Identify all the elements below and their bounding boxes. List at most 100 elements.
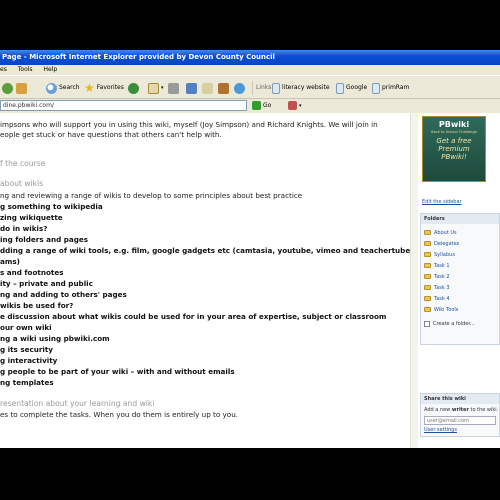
window-title-bar[interactable]: Page - Microsoft Internet Explorer provi… xyxy=(0,50,500,65)
folder-icon xyxy=(424,230,431,235)
go-button[interactable]: Go xyxy=(252,100,271,111)
folder-icon xyxy=(424,252,431,257)
invite-email-input[interactable] xyxy=(424,416,496,425)
messenger-icon xyxy=(234,82,245,94)
wiki-sidebar: PBwiki Back to School Challenge Get a fr… xyxy=(418,113,500,448)
list-item: g its security xyxy=(0,345,53,354)
link-primram-label: primRam xyxy=(382,84,410,91)
list-item: g interactivity xyxy=(0,356,58,365)
promo-line-2: Get a free xyxy=(436,137,472,145)
link-google[interactable]: Google xyxy=(336,81,367,95)
home-button[interactable] xyxy=(16,81,27,95)
discuss-icon xyxy=(202,82,213,94)
folder-item-syllabus[interactable]: Syllabus xyxy=(421,249,499,260)
research-button[interactable] xyxy=(218,81,229,95)
promo-brand: PBwiki xyxy=(438,120,470,129)
refresh-button[interactable] xyxy=(2,81,13,95)
list-item: ng and reviewing a range of wikis to dev… xyxy=(0,191,303,200)
list-item: ng a wiki using pbwiki.com xyxy=(0,334,110,343)
folder-icon xyxy=(424,307,431,312)
list-item: do in wikis? xyxy=(0,224,48,233)
list-item: ng and adding to others' pages xyxy=(0,290,127,299)
list-item: e discussion about what wikis could be u… xyxy=(0,312,387,321)
list-item: s and footnotes xyxy=(0,268,64,277)
page-icon xyxy=(272,82,280,94)
folder-item-task-4[interactable]: Task 4 xyxy=(421,293,499,304)
print-icon xyxy=(168,82,179,94)
page-icon xyxy=(336,82,344,94)
toolbar-icon xyxy=(288,101,297,110)
menu-bar: es Tools Help xyxy=(0,65,500,75)
folder-item-task-1[interactable]: Task 1 xyxy=(421,260,499,271)
link-literacy[interactable]: literacy website xyxy=(272,81,330,95)
create-folder-icon xyxy=(424,320,430,327)
messenger-button[interactable] xyxy=(234,81,245,95)
list-item: g people to be part of your wiki – with … xyxy=(0,367,235,376)
screen: Page - Microsoft Internet Explorer provi… xyxy=(0,0,500,500)
search-button[interactable]: Search xyxy=(46,81,80,95)
discuss-button[interactable] xyxy=(202,81,213,95)
search-icon xyxy=(46,82,57,94)
mail-icon xyxy=(148,82,159,94)
folders-panel: Folders About Us Delegates Syllabus Task… xyxy=(420,213,500,345)
dropdown-arrow-icon: ▾ xyxy=(299,102,302,109)
list-item: ity – private and public xyxy=(0,279,93,288)
share-title: Share this wiki xyxy=(421,394,499,404)
pbwiki-promo-banner[interactable]: PBwiki Back to School Challenge Get a fr… xyxy=(422,116,486,182)
folder-item-task-2[interactable]: Task 2 xyxy=(421,271,499,282)
intro-line-1: impsons who will support you in using th… xyxy=(0,120,378,129)
heading-about-wikis: about wikis xyxy=(0,179,44,188)
history-icon xyxy=(128,82,139,94)
link-literacy-label: literacy website xyxy=(282,84,330,91)
go-arrow-icon xyxy=(252,101,261,110)
address-bar: dine.pbwiki.com/ Go ▾ xyxy=(0,99,500,113)
share-panel: Share this wiki Add a new writer to the … xyxy=(420,393,500,437)
folder-icon xyxy=(424,296,431,301)
folder-icon xyxy=(424,263,431,268)
user-settings-link[interactable]: User settings xyxy=(421,425,499,433)
list-item: ng templates xyxy=(0,378,54,387)
favorites-label: Favorites xyxy=(96,84,124,91)
outro-line: es to complete the tasks. When you do th… xyxy=(0,410,239,419)
promo-line-3: Premium xyxy=(438,145,470,153)
vertical-scrollbar[interactable] xyxy=(410,113,418,448)
page-icon xyxy=(372,82,380,94)
edit-button[interactable] xyxy=(186,81,197,95)
dropdown-arrow-icon: ▾ xyxy=(161,85,164,91)
folder-item-delegates[interactable]: Delegates xyxy=(421,238,499,249)
link-primram[interactable]: primRam xyxy=(372,81,409,95)
mail-button[interactable]: ▾ xyxy=(148,81,164,95)
list-item: dding a range of wiki tools, e.g. film, … xyxy=(0,246,410,255)
page-content: impsons who will support you in using th… xyxy=(0,113,500,448)
window-title: Page - Microsoft Internet Explorer provi… xyxy=(2,53,275,61)
folder-item-about-us[interactable]: About Us xyxy=(421,227,499,238)
wiki-main-content: impsons who will support you in using th… xyxy=(0,113,410,448)
list-item: g something to wikipedia xyxy=(0,202,103,211)
folder-icon xyxy=(424,274,431,279)
promo-line-1: Back to School Challenge xyxy=(431,130,477,134)
menu-item-help[interactable]: Help xyxy=(43,65,57,75)
links-label: Links xyxy=(252,81,271,95)
list-item: our own wiki xyxy=(0,323,52,332)
research-icon xyxy=(218,82,229,94)
folder-item-wiki-tools[interactable]: Wiki Tools xyxy=(421,304,499,315)
letterbox-bottom xyxy=(0,448,500,500)
toolbar: Search ★ Favorites ▾ Links literacy webs… xyxy=(0,75,500,99)
list-item: ing folders and pages xyxy=(0,235,89,244)
address-input[interactable]: dine.pbwiki.com/ xyxy=(0,100,247,111)
heading-course: f the course xyxy=(0,159,46,168)
extra-toolbar-button[interactable]: ▾ xyxy=(288,101,302,110)
list-item: ams) xyxy=(0,257,20,266)
folder-icon xyxy=(424,241,431,246)
folder-item-task-3[interactable]: Task 3 xyxy=(421,282,499,293)
menu-item-view[interactable]: es xyxy=(0,65,7,75)
edit-sidebar-link[interactable]: Edit the sidebar xyxy=(422,199,462,205)
favorites-button[interactable]: ★ Favorites xyxy=(84,81,124,95)
create-folder-link[interactable]: Create a folder... xyxy=(421,318,499,329)
print-button[interactable] xyxy=(168,81,179,95)
browser-window: Page - Microsoft Internet Explorer provi… xyxy=(0,50,500,448)
menu-item-tools[interactable]: Tools xyxy=(18,65,33,75)
history-button[interactable] xyxy=(128,81,139,95)
heading-presentation: resentation about your learning and wiki xyxy=(0,399,155,408)
edit-icon xyxy=(186,82,197,94)
